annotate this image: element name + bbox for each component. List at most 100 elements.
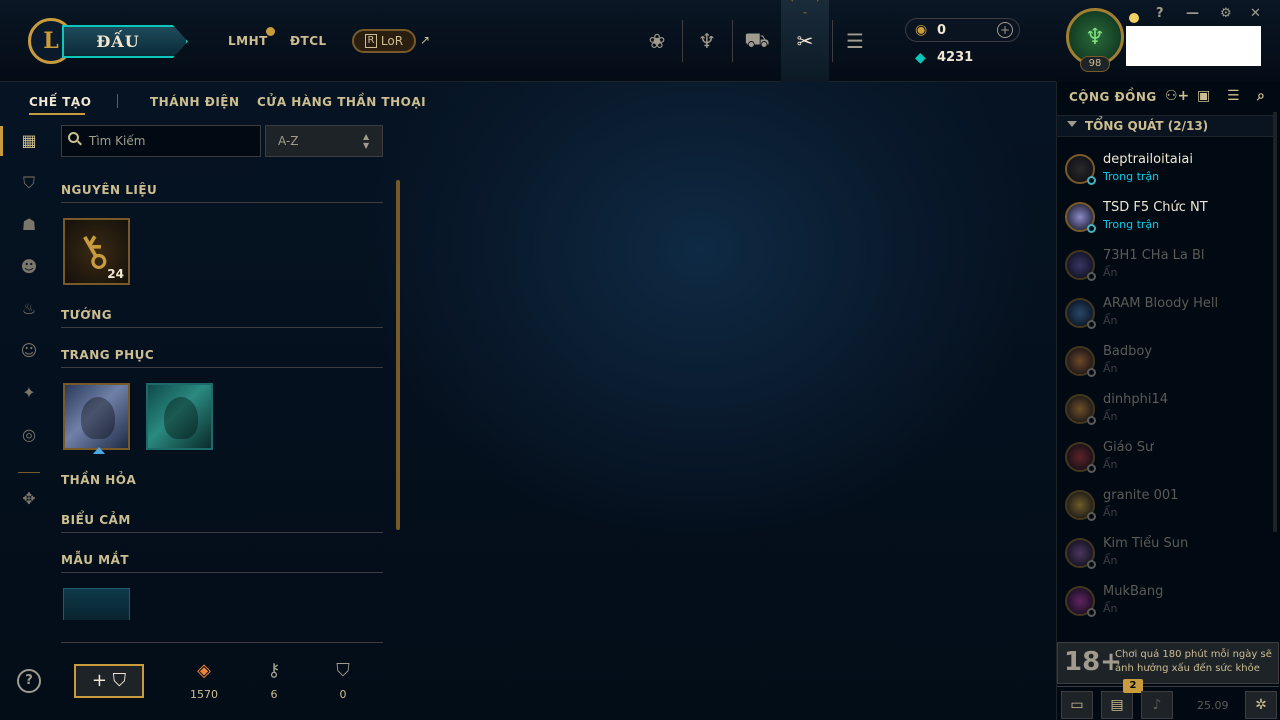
add-friend-icon[interactable]: ⚇+ bbox=[1165, 88, 1189, 104]
friend-name: granite 001 bbox=[1103, 488, 1179, 503]
shop-icon[interactable]: ⛟ bbox=[740, 24, 774, 58]
lor-logo-icon: R bbox=[364, 34, 377, 48]
mythic-essence-icon: ⛉ bbox=[336, 660, 350, 681]
play-button[interactable]: ĐẤU bbox=[62, 25, 188, 58]
lotus-icon[interactable]: ❀ bbox=[640, 24, 674, 58]
status-dot-icon bbox=[1087, 512, 1096, 521]
bug-report-icon[interactable]: ✲ bbox=[1245, 691, 1277, 719]
divider bbox=[61, 367, 383, 368]
trophy-icon[interactable]: ♆ bbox=[690, 24, 724, 58]
status-indicator[interactable] bbox=[1129, 13, 1139, 23]
divider bbox=[61, 572, 383, 573]
friend-item[interactable]: 73H1 CHa La Bl Ẩn bbox=[1057, 244, 1273, 292]
friend-item[interactable]: deptrailoitaiai Trong trận bbox=[1057, 148, 1273, 196]
friend-name: dinhphi14 bbox=[1103, 392, 1168, 407]
status-dot-icon bbox=[1087, 608, 1096, 617]
playtime-warning: 18+ Chơi quá 180 phút mỗi ngày sẽ ảnh hư… bbox=[1057, 642, 1279, 684]
ward-skin-tile[interactable] bbox=[63, 588, 130, 620]
missions-badge: 2 bbox=[1123, 679, 1143, 693]
voice-icon[interactable]: ♪ bbox=[1141, 691, 1173, 719]
sort-arrows-icon: ▲ ▼ bbox=[363, 132, 370, 150]
craft-chest-button[interactable]: + ⛉ bbox=[74, 664, 144, 698]
friend-name: Giáo Sư bbox=[1103, 440, 1154, 455]
settings-icon[interactable]: ⚙ bbox=[1220, 6, 1232, 21]
lor-button[interactable]: R LoR bbox=[352, 29, 416, 53]
emote-icon[interactable]: ☺ bbox=[18, 340, 40, 362]
friend-status: Ẩn bbox=[1103, 554, 1118, 567]
status-dot-icon bbox=[1087, 416, 1096, 425]
status-dot-icon bbox=[1087, 560, 1096, 569]
all-items-grid-icon[interactable]: ▦ bbox=[18, 130, 40, 152]
rarity-triangle-icon bbox=[93, 447, 105, 454]
tab-crafting[interactable]: CHẾ TẠO bbox=[29, 95, 91, 109]
section-eternals[interactable]: THẦN HỎA bbox=[61, 473, 136, 487]
section-champions[interactable]: TƯỚNG bbox=[61, 308, 112, 322]
friend-name: TSD F5 Chức NT bbox=[1103, 200, 1208, 215]
friend-item[interactable]: TSD F5 Chức NT Trong trận bbox=[1057, 196, 1273, 244]
friend-status: Ẩn bbox=[1103, 314, 1118, 327]
status-dot-icon bbox=[1087, 464, 1096, 473]
search-icon bbox=[68, 132, 79, 143]
help-icon[interactable]: ? bbox=[1156, 6, 1164, 21]
friend-item[interactable]: Giáo Sư Ẩn bbox=[1057, 436, 1273, 484]
section-emotes[interactable]: BIỂU CẢM bbox=[61, 513, 131, 527]
missions-icon[interactable]: ▤ bbox=[1101, 691, 1133, 719]
friend-status: Trong trận bbox=[1103, 218, 1160, 231]
friend-item[interactable]: ARAM Bloody Hell Ẩn bbox=[1057, 292, 1273, 340]
help-button[interactable]: ? bbox=[17, 669, 41, 693]
be-value: 4231 bbox=[937, 50, 974, 65]
section-ward-skins[interactable]: MẪU MẮT bbox=[61, 553, 129, 567]
list-view-icon[interactable]: ☰ bbox=[1227, 88, 1240, 104]
ward-icon[interactable]: ✦ bbox=[18, 382, 40, 404]
nav-tft[interactable]: ĐTCL bbox=[290, 34, 327, 48]
friend-item[interactable]: Badboy Ẩn bbox=[1057, 340, 1273, 388]
section-materials[interactable]: NGUYÊN LIỆU bbox=[61, 183, 157, 197]
mask-icon[interactable]: ☻ bbox=[18, 256, 40, 278]
add-rp-button[interactable]: + bbox=[997, 22, 1013, 38]
chat-icon[interactable]: ▭ bbox=[1061, 691, 1093, 719]
summoner-name-redacted bbox=[1126, 26, 1261, 66]
status-dot-icon bbox=[1087, 320, 1096, 329]
external-link-icon: ↗ bbox=[420, 33, 431, 47]
friend-status: Trong trận bbox=[1103, 170, 1160, 183]
friend-item[interactable]: dinhphi14 Ẩn bbox=[1057, 388, 1273, 436]
tft-icon[interactable]: ✥ bbox=[18, 488, 40, 510]
skin-shard-tile[interactable] bbox=[63, 383, 130, 450]
key-fragment-tile[interactable]: ⚷ 24 bbox=[63, 218, 130, 285]
client-window: L ĐẤU LMHT ĐTCL R LoR ↗ ❀ ♆ ⛟ ✂ ☰ ◉ 0 + … bbox=[0, 0, 1280, 720]
scrollbar[interactable] bbox=[1273, 112, 1277, 532]
search-icon[interactable]: ⌕ bbox=[1257, 88, 1265, 104]
store-coins-icon[interactable]: ☰ bbox=[838, 24, 872, 58]
scrollbar[interactable] bbox=[396, 180, 400, 530]
lor-label: LoR bbox=[380, 34, 404, 48]
add-folder-icon[interactable]: ▣ bbox=[1197, 88, 1210, 104]
divider bbox=[732, 20, 733, 62]
tab-sanctum[interactable]: THÁNH ĐIỆN bbox=[150, 95, 240, 109]
divider bbox=[61, 327, 383, 328]
rp-icon: ◉ bbox=[915, 22, 928, 38]
friend-status: Ẩn bbox=[1103, 266, 1118, 279]
nav-lol[interactable]: LMHT bbox=[228, 34, 268, 48]
section-skins[interactable]: TRANG PHỤC bbox=[61, 348, 154, 362]
search-input[interactable]: Tìm Kiếm bbox=[61, 125, 261, 157]
close-icon[interactable]: ✕ bbox=[1250, 6, 1261, 21]
skin-shard-tile[interactable] bbox=[146, 383, 213, 450]
friend-status: Ẩn bbox=[1103, 410, 1118, 423]
rail-active-indicator bbox=[0, 126, 3, 156]
friend-status: Ẩn bbox=[1103, 506, 1118, 519]
flame-icon[interactable]: ♨ bbox=[18, 298, 40, 320]
friend-item[interactable]: MukBang Ẩn bbox=[1057, 580, 1273, 628]
friend-item[interactable]: granite 001 Ẩn bbox=[1057, 484, 1273, 532]
friend-item[interactable]: Kim Tiểu Sun Ẩn bbox=[1057, 532, 1273, 580]
skin-art bbox=[81, 397, 115, 439]
caret-down-icon bbox=[1067, 121, 1077, 127]
chest-icon[interactable]: ⛉ bbox=[18, 172, 40, 194]
key-fragment-value: 6 bbox=[270, 688, 278, 701]
tab-mythic-shop[interactable]: CỬA HÀNG THẦN THOẠI bbox=[257, 95, 426, 109]
social-title: CỘNG ĐỒNG bbox=[1069, 90, 1157, 104]
minimize-icon[interactable]: — bbox=[1186, 6, 1199, 21]
profile-icon[interactable]: ◎ bbox=[18, 424, 40, 446]
helmet-icon[interactable]: ☗ bbox=[18, 214, 40, 236]
status-dot-icon bbox=[1087, 224, 1096, 233]
friend-status: Ẩn bbox=[1103, 458, 1118, 471]
